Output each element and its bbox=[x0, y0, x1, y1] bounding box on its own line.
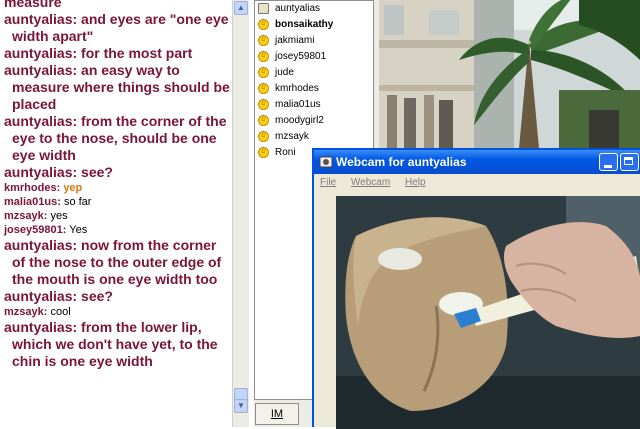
user-list-item[interactable]: ☺ jakmiami bbox=[255, 33, 373, 49]
chat-nick[interactable]: auntyalias: bbox=[4, 45, 77, 61]
chat-nick[interactable]: auntyalias: bbox=[4, 11, 77, 27]
chat-partial-line: measure bbox=[4, 0, 62, 10]
chat-nick[interactable]: malia01us: bbox=[4, 196, 61, 208]
chat-message: auntyalias: see? bbox=[0, 164, 232, 181]
chat-message: kmrhodes: yep bbox=[0, 181, 232, 195]
user-name: auntyalias bbox=[275, 3, 321, 14]
chat-text: yes bbox=[50, 210, 68, 222]
chat-message: auntyalias: from the lower lip, which we… bbox=[0, 319, 232, 370]
chat-nick[interactable]: mzsayk: bbox=[4, 210, 47, 222]
user-list-item[interactable]: auntyalias bbox=[255, 1, 373, 17]
smiley-icon: ☺ bbox=[258, 83, 269, 94]
user-name: bonsaikathy bbox=[275, 19, 334, 30]
smiley-icon: ☺ bbox=[258, 51, 269, 62]
chat-nick[interactable]: auntyalias: bbox=[4, 164, 77, 180]
smiley-icon: ☺ bbox=[258, 19, 269, 30]
webcam-icon bbox=[319, 156, 333, 168]
webcam-icon bbox=[258, 3, 269, 14]
menu-webcam[interactable]: Webcam bbox=[351, 177, 390, 188]
chat-nick[interactable]: auntyalias: bbox=[4, 319, 77, 335]
chat-message: auntyalias: see? bbox=[0, 288, 232, 305]
chat-message: auntyalias: and eyes are "one eye width … bbox=[0, 11, 232, 45]
maximize-button[interactable] bbox=[620, 153, 639, 171]
chat-log: measure auntyalias: and eyes are "one ey… bbox=[0, 0, 232, 427]
chat-nick[interactable]: auntyalias: bbox=[4, 113, 77, 129]
palm-house-photo bbox=[379, 0, 640, 148]
chat-scrollbar[interactable]: ▲ ▼ bbox=[232, 0, 249, 427]
menu-help[interactable]: Help bbox=[405, 177, 426, 188]
menu-file[interactable]: File bbox=[320, 177, 336, 188]
user-name: jude bbox=[275, 67, 294, 78]
chat-message: auntyalias: from the corner of the eye t… bbox=[0, 113, 232, 164]
webcam-menubar: File Webcam Help bbox=[314, 174, 640, 192]
minimize-button[interactable] bbox=[599, 153, 618, 171]
user-list-item[interactable]: ☺ jude bbox=[255, 65, 373, 81]
user-name: moodygirl2 bbox=[275, 115, 324, 126]
user-list-item[interactable]: ☺ josey59801 bbox=[255, 49, 373, 65]
user-name: mzsayk bbox=[275, 131, 309, 142]
webcam-title: Webcam for auntyalias bbox=[336, 155, 467, 169]
chat-nick[interactable]: auntyalias: bbox=[4, 62, 77, 78]
smiley-icon: ☺ bbox=[258, 115, 269, 126]
user-list-item[interactable]: ☺ moodygirl2 bbox=[255, 113, 373, 129]
webcam-video bbox=[336, 196, 640, 429]
user-list-item[interactable]: ☺ malia01us bbox=[255, 97, 373, 113]
chat-text: for the most part bbox=[81, 45, 193, 61]
scroll-up-icon[interactable]: ▲ bbox=[234, 1, 248, 15]
smiley-icon: ☺ bbox=[258, 147, 269, 158]
webcam-titlebar[interactable]: Webcam for auntyalias bbox=[314, 150, 640, 174]
chat-message: malia01us: so far bbox=[0, 195, 232, 209]
user-list-item[interactable]: ☺ mzsayk bbox=[255, 129, 373, 145]
chat-text: see? bbox=[81, 164, 113, 180]
chat-nick[interactable]: auntyalias: bbox=[4, 237, 77, 253]
webcam-window[interactable]: Webcam for auntyalias File Webcam Help bbox=[312, 148, 640, 429]
scroll-down-icon[interactable]: ▼ bbox=[234, 399, 248, 413]
chat-message: mzsayk: cool bbox=[0, 305, 232, 319]
user-list-item[interactable]: ☺ kmrhodes bbox=[255, 81, 373, 97]
chat-text: cool bbox=[50, 306, 71, 318]
chat-message-list: auntyalias: and eyes are "one eye width … bbox=[0, 11, 232, 370]
chat-nick[interactable]: mzsayk: bbox=[4, 306, 47, 318]
chat-message: auntyalias: an easy way to measure where… bbox=[0, 62, 232, 113]
chat-nick[interactable]: kmrhodes: bbox=[4, 182, 60, 194]
chat-text: yep bbox=[63, 182, 83, 194]
smiley-icon: ☺ bbox=[258, 99, 269, 110]
chat-text: see? bbox=[81, 288, 113, 304]
user-name: Roni bbox=[275, 147, 296, 158]
chat-nick[interactable]: auntyalias: bbox=[4, 288, 77, 304]
chat-message: josey59801: Yes bbox=[0, 223, 232, 237]
user-name: jakmiami bbox=[275, 35, 315, 46]
user-list-item[interactable]: ☺ bonsaikathy bbox=[255, 17, 373, 33]
chat-message: auntyalias: for the most part bbox=[0, 45, 232, 62]
chat-message: auntyalias: now from the corner of the n… bbox=[0, 237, 232, 288]
smiley-icon: ☺ bbox=[258, 131, 269, 142]
smiley-icon: ☺ bbox=[258, 67, 269, 78]
webcam-feed-image bbox=[336, 196, 640, 429]
chat-text: Yes bbox=[69, 224, 88, 236]
chat-nick[interactable]: josey59801: bbox=[4, 224, 66, 236]
user-name: josey59801 bbox=[275, 51, 327, 62]
chat-text: so far bbox=[63, 196, 92, 208]
background-photo bbox=[379, 0, 640, 148]
user-name: malia01us bbox=[275, 99, 321, 110]
smiley-icon: ☺ bbox=[258, 35, 269, 46]
im-button[interactable]: IM bbox=[255, 403, 299, 425]
user-name: kmrhodes bbox=[275, 83, 319, 94]
chat-message: mzsayk: yes bbox=[0, 209, 232, 223]
